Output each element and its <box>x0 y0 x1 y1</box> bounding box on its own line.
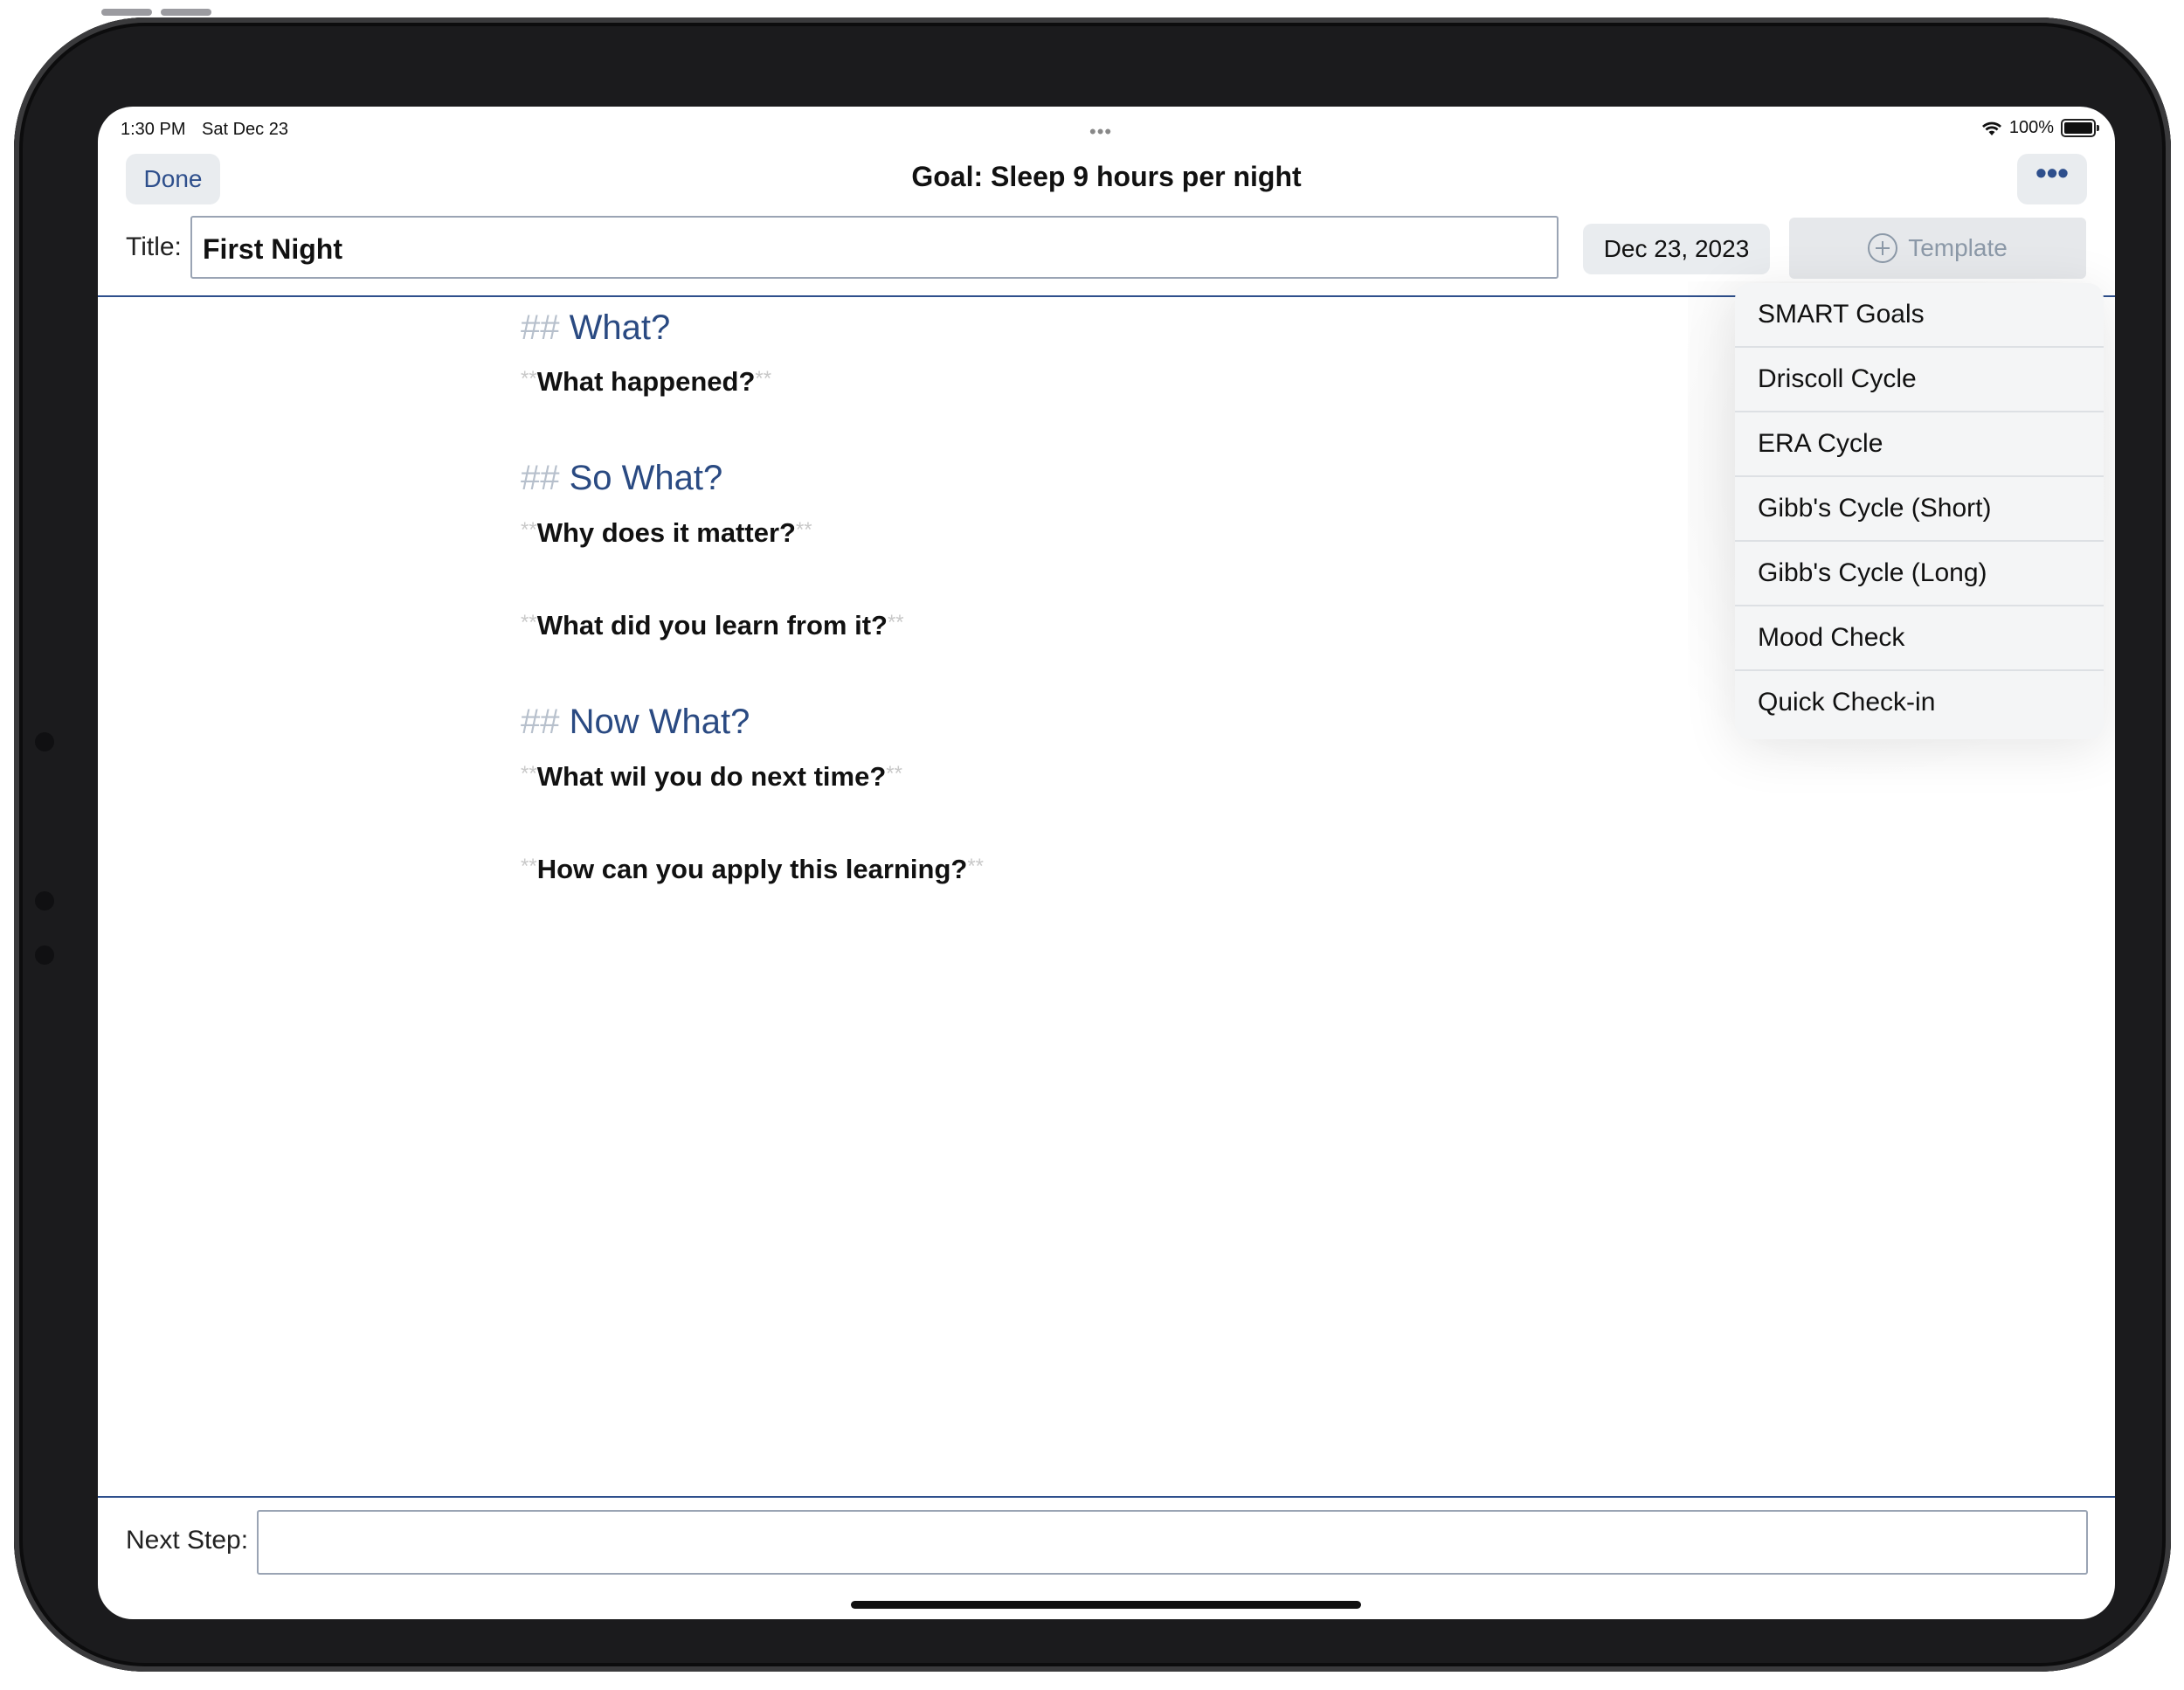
side-sensor-icon <box>35 945 54 965</box>
battery-percentage: 100% <box>2008 118 2054 137</box>
prompt-line: **How can you apply this learning?** <box>521 854 984 884</box>
next-step-field[interactable] <box>257 1510 2088 1575</box>
section-heading: ## What? <box>521 308 671 347</box>
menu-item-smart-goals[interactable]: SMART Goals <box>1735 283 2104 348</box>
plus-circle-icon <box>1868 233 1898 263</box>
volume-up-button <box>101 9 152 16</box>
next-step-label: Next Step: <box>126 1526 249 1555</box>
app-screen: 1:30 PM Sat Dec 23 ••• 100% Done Goal: S… <box>98 107 2115 1619</box>
ipad-frame: 1:30 PM Sat Dec 23 ••• 100% Done Goal: S… <box>14 9 2171 1672</box>
wifi-icon <box>1981 121 2001 135</box>
menu-item-era-cycle[interactable]: ERA Cycle <box>1735 412 2104 477</box>
title-field[interactable]: First Night <box>190 216 1559 279</box>
status-bar: 1:30 PM Sat Dec 23 ••• 100% <box>98 114 2115 149</box>
template-button[interactable]: Template <box>1789 218 2086 279</box>
multitasking-dots-icon[interactable]: ••• <box>1089 121 1112 143</box>
home-indicator[interactable] <box>851 1601 1361 1609</box>
prompt-line: **Why does it matter?** <box>521 517 812 548</box>
prompt-line: **What wil you do next time?** <box>521 761 902 792</box>
menu-item-mood-check[interactable]: Mood Check <box>1735 606 2104 671</box>
battery-icon <box>2061 119 2099 137</box>
volume-down-button <box>161 9 211 16</box>
prompt-line: **What did you learn from it?** <box>521 610 904 641</box>
menu-item-driscoll-cycle[interactable]: Driscoll Cycle <box>1735 348 2104 412</box>
status-date: Sat Dec 23 <box>202 120 288 139</box>
status-right: 100% <box>1981 118 2099 138</box>
status-time: 1:30 PM <box>121 120 186 139</box>
side-camera-icon <box>35 732 54 751</box>
prompt-line: **What happened?** <box>521 366 772 397</box>
template-button-label: Template <box>1908 234 2008 261</box>
menu-item-quick-check-in[interactable]: Quick Check-in <box>1735 671 2104 736</box>
section-heading: ## So What? <box>521 459 723 497</box>
footer-divider <box>98 1496 2115 1498</box>
title-label: Title: <box>126 232 182 261</box>
section-heading: ## Now What? <box>521 703 750 741</box>
template-dropdown-menu: SMART Goals Driscoll Cycle ERA Cycle Gib… <box>1735 283 2104 739</box>
menu-item-gibbs-short[interactable]: Gibb's Cycle (Short) <box>1735 477 2104 542</box>
more-options-button[interactable]: ••• <box>2017 154 2087 204</box>
menu-item-gibbs-long[interactable]: Gibb's Cycle (Long) <box>1735 542 2104 606</box>
date-picker-button[interactable]: Dec 23, 2023 <box>1583 224 1770 274</box>
side-sensor-icon <box>35 891 54 911</box>
page-title: Goal: Sleep 9 hours per night <box>911 161 1302 192</box>
